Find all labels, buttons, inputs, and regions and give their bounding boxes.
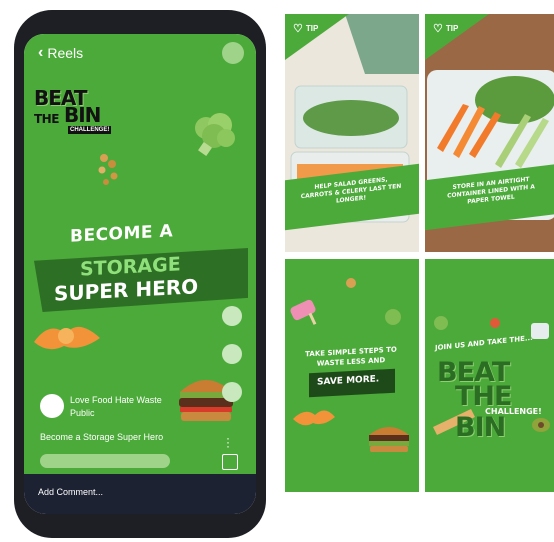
logo-text-challenge: CHALLENGE!	[68, 126, 112, 134]
bookmark-icon[interactable]	[222, 454, 238, 470]
food-pieces-image	[98, 154, 118, 185]
tile-save-more[interactable]: TAKE SIMPLE STEPS TO WASTE LESS AND SAVE…	[285, 259, 419, 492]
orange-image	[34, 326, 100, 350]
account-avatar[interactable]	[40, 394, 64, 418]
phone-screen: ‹ Reels BEAT THE BIN CHALLENGE! BECOME A…	[24, 34, 256, 514]
like-button[interactable]	[222, 306, 242, 326]
reel-video[interactable]: ‹ Reels BEAT THE BIN CHALLENGE! BECOME A…	[24, 34, 256, 474]
back-label: Reels	[47, 45, 84, 61]
caption-pill	[40, 454, 170, 468]
beat-the-bin-logo: BEAT THE BIN CHALLENGE!	[34, 86, 130, 134]
logo-text-the: THE	[34, 112, 59, 126]
tile-tip-salad[interactable]: ♡ TIP HELP SALAD GREENS, CARROTS & CELER…	[285, 14, 419, 252]
more-icon[interactable]: · · ·	[226, 432, 230, 452]
comment-input[interactable]: Add Comment...	[38, 487, 103, 497]
account-visibility: Public	[70, 408, 95, 418]
comment-bar[interactable]: Add Comment...	[24, 474, 256, 514]
tile-join-challenge[interactable]: JOIN US AND TAKE THE... BEAT THE BIN CHA…	[425, 259, 554, 492]
tip-label: ♡ TIP	[433, 23, 459, 35]
reel-caption: Become a Storage Super Hero	[40, 432, 164, 442]
back-button[interactable]: ‹ Reels	[38, 44, 83, 62]
heart-icon: ♡	[293, 23, 303, 35]
share-button[interactable]	[222, 382, 242, 402]
back-chevron-icon: ‹	[38, 44, 44, 61]
headline-become: BECOME A	[70, 221, 174, 247]
account-name[interactable]: Love Food Hate Waste	[70, 395, 162, 405]
phone-mockup: ‹ Reels BEAT THE BIN CHALLENGE! BECOME A…	[14, 10, 266, 538]
top-avatar[interactable]	[222, 42, 244, 64]
comment-button[interactable]	[222, 344, 242, 364]
logo-text-bin: BIN	[64, 103, 101, 127]
reel-top-bar: ‹ Reels	[24, 34, 256, 68]
tile-tip-storage[interactable]: ♡ TIP STORE IN AN AIRTIGHT CONTAINER LIN…	[425, 14, 554, 252]
heart-icon: ♡	[433, 23, 443, 35]
broccoli-image	[195, 113, 235, 156]
challenge-text: CHALLENGE!	[485, 407, 542, 416]
tip-label: ♡ TIP	[293, 23, 319, 35]
